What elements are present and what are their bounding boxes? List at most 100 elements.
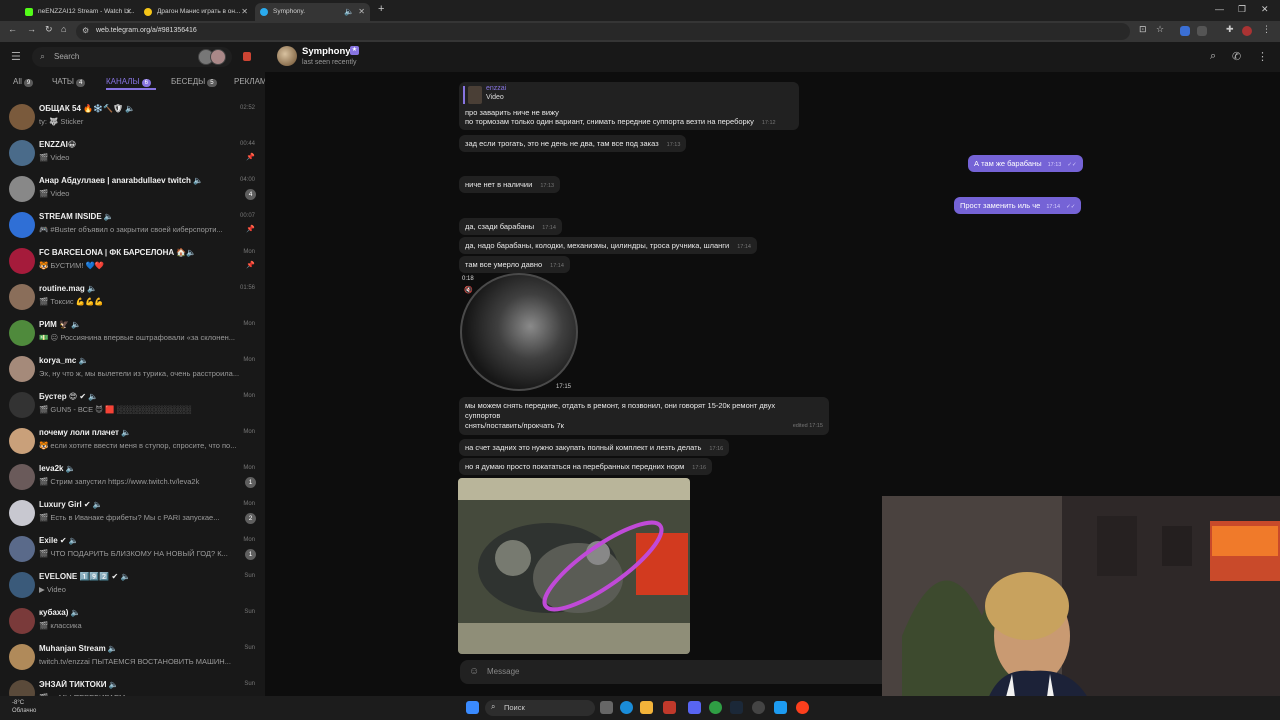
message-bubble[interactable]: но я думаю просто покататься на перебран… <box>459 458 713 475</box>
chat-list-item[interactable]: korya_mc 🔈 Эх, ну что ж, мы вылетели из т… <box>0 352 265 388</box>
chat-header[interactable]: Symphony. ★ last seen recently ⌕ ✆ ⋮ <box>265 42 1280 72</box>
chat-list-item[interactable]: ENZZAI😀 🎬 Video 00:44 📌 <box>0 136 265 172</box>
chat-list-item[interactable]: Luxury Girl ✔ 🔈 🎬 Есть в Иванаке фрибеты?… <box>0 496 265 532</box>
message-bubble[interactable]: там все умерло давно 17:14 <box>459 256 570 273</box>
bird-app-icon[interactable] <box>774 701 787 714</box>
message-bubble[interactable]: на счет задних это нужно закупать полный… <box>459 439 730 456</box>
discord-icon[interactable] <box>688 701 701 714</box>
chat-list-item[interactable]: ОБЩАК 54 🔥❄️🔨🛡 🔈 ty: 🐺 Sticker 02:52 <box>0 100 265 136</box>
emoji-icon[interactable]: ☺ <box>469 666 479 677</box>
message-bubble[interactable]: ниче нет в наличии 17:13 <box>459 176 561 193</box>
chat-time: Mon <box>243 321 255 327</box>
site-info-icon[interactable]: ⚙ <box>82 26 89 35</box>
shield-icon[interactable] <box>663 701 676 714</box>
translate-extension-icon[interactable] <box>1180 26 1190 36</box>
install-app-icon[interactable]: ⊡ <box>1139 24 1147 35</box>
reply-author: enzzai <box>486 85 507 92</box>
avatar <box>9 284 35 310</box>
home-icon[interactable]: ⌂ <box>61 24 66 34</box>
close-tab-icon[interactable]: ✕ <box>125 7 132 16</box>
chat-list-item[interactable]: STREAM INSIDE 🔈 🎮 #Buster объявил о закры… <box>0 208 265 244</box>
outgoing-message-bubble[interactable]: Прост заменить иль че 17:14 ✓✓ <box>954 197 1082 214</box>
windows-start-icon[interactable] <box>466 701 479 714</box>
chat-preview: ▶ Video <box>39 585 66 594</box>
steam-icon[interactable] <box>730 701 743 714</box>
search-icon[interactable]: ⌕ <box>1210 50 1216 63</box>
avatar <box>9 536 35 562</box>
chat-name: кубаха) 🔈 <box>39 608 81 617</box>
tab-channels[interactable]: КАНАЛЫ 6 <box>106 77 151 87</box>
chat-list-item[interactable]: ЭНЗАЙ ТИКТОКИ 🔈🎬 ... МЫ ПЕРЕБИРАЕМ ...Su… <box>0 676 265 696</box>
chat-time: Sun <box>244 573 255 579</box>
maximize-icon[interactable]: ❐ <box>1238 4 1246 15</box>
close-window-icon[interactable]: ✕ <box>1261 4 1269 15</box>
story-avatar[interactable] <box>210 49 226 65</box>
extension-icon[interactable] <box>1197 26 1207 36</box>
chat-name: leva2k 🔈 <box>39 464 76 473</box>
outgoing-message-bubble[interactable]: А там же барабаны 17:13 ✓✓ <box>968 155 1083 172</box>
chat-list-item[interactable]: Анар Абдуллаев | anarabdullaev twitch 🔈 🎬… <box>0 172 265 208</box>
message-bubble[interactable]: мы можем снять передние, отдать в ремонт… <box>459 397 829 435</box>
flag-icon[interactable] <box>243 52 251 61</box>
yandex-browser-icon[interactable] <box>796 701 809 714</box>
chat-list-item[interactable]: Бустер 😍 ✔ 🔈 🎬 GUN5 - ВСЕ 😈 🟥 ░░░░░░░░░░░… <box>0 388 265 424</box>
tab-groups[interactable]: БЕСЕДЫ 5 <box>171 77 217 87</box>
browser-tab-kick[interactable]: neENZZAI12 Stream - Watch Li... ✕ <box>20 3 137 21</box>
reload-icon[interactable]: ↻ <box>45 24 53 35</box>
avatar <box>9 140 35 166</box>
extensions-puzzle-icon[interactable]: ✚ <box>1226 24 1234 35</box>
menu-icon[interactable]: ☰ <box>11 50 21 63</box>
close-tab-icon[interactable]: ✕ <box>358 7 365 16</box>
photo-message[interactable] <box>458 478 690 654</box>
chat-list-item[interactable]: routine.mag 🔈 🎬 Токсис 💪💪💪 01:56 <box>0 280 265 316</box>
profile-avatar[interactable] <box>1242 26 1252 36</box>
browser-tab-dragon[interactable]: Драгон Манис играть в он... ✕ <box>139 3 253 21</box>
chat-time: 00:07 <box>239 213 255 219</box>
chat-list-item[interactable]: EVELONE 1️⃣9️⃣2️⃣ ✔ 🔈 ▶ Video Sun <box>0 568 265 604</box>
chat-name: FC BARCELONA | ФК БАРСЕЛОНА 🏠🔈 <box>39 248 197 257</box>
weather-widget[interactable]: -8°C Облачно <box>12 699 36 715</box>
back-icon[interactable]: ← <box>8 24 17 34</box>
minimize-icon[interactable]: — <box>1215 4 1224 14</box>
phone-icon[interactable]: ✆ <box>1232 50 1241 63</box>
chat-list-item[interactable]: Muhanjan Stream 🔈 twitch.tv/enzzai ПЫТАЕМ… <box>0 640 265 676</box>
task-view-icon[interactable] <box>600 701 613 714</box>
file-explorer-icon[interactable] <box>640 701 653 714</box>
avatar <box>9 428 35 454</box>
chat-list-item[interactable]: Exile ✔ 🔈 🎬 ЧТО ПОДАРИТЬ БЛИЗКОМУ НА НОВЫ… <box>0 532 265 568</box>
chat-list-item[interactable]: кубаха) 🔈 🎬 классика Sun <box>0 604 265 640</box>
message-bubble[interactable]: про заварить ниче не вижу по тормозам то… <box>459 104 799 130</box>
message-bubble[interactable]: да, сзади барабаны 17:14 <box>459 218 562 235</box>
tab-chats[interactable]: ЧАТЫ 4 <box>52 77 86 87</box>
chat-preview: 🎬 GUN5 - ВСЕ 😈 🟥 ░░░░░░░░░░░░░░ <box>39 405 191 414</box>
tab-all[interactable]: All 9 <box>13 77 34 87</box>
chrome-icon[interactable] <box>709 701 722 714</box>
chat-preview: twitch.tv/enzzai ПЫТАЕМСЯ ВОСТАНОВИТЬ МА… <box>39 657 231 666</box>
chat-list-item[interactable]: FC BARCELONA | ФК БАРСЕЛОНА 🏠🔈 🐯 БУСТИМ! … <box>0 244 265 280</box>
browser-menu-icon[interactable]: ⋮ <box>1262 24 1271 35</box>
avatar[interactable] <box>277 46 297 66</box>
close-tab-icon[interactable]: ✕ <box>241 7 248 16</box>
chat-list-item[interactable]: РИМ 🦅 🔈 💵 😐 Россиянина впервые оштрафовал… <box>0 316 265 352</box>
more-icon[interactable]: ⋮ <box>1257 50 1268 63</box>
message-input[interactable]: ☺ Message <box>460 660 890 684</box>
tab-ads[interactable]: РЕКЛАМ <box>234 77 267 86</box>
mute-tab-icon[interactable]: 🔈 <box>344 7 354 16</box>
browser-tab-telegram[interactable]: Symphony. 🔈 ✕ <box>255 3 370 21</box>
search-input[interactable]: ⌕ Search <box>32 47 232 67</box>
taskbar-search[interactable]: ⌕ Поиск <box>485 700 595 716</box>
video-message[interactable] <box>460 273 578 391</box>
settings-gear-icon[interactable] <box>752 701 765 714</box>
chat-list-item[interactable]: почему лоли плачет 🔈 🐯 если хотите ввести… <box>0 424 265 460</box>
chat-list: ОБЩАК 54 🔥❄️🔨🛡 🔈 ty: 🐺 Sticker 02:52 ENZZAI… <box>0 100 265 696</box>
chat-time: Sun <box>244 681 255 687</box>
message-bubble[interactable]: зад если трогать, это не день не два, та… <box>459 135 687 152</box>
address-bar[interactable]: ⚙ web.telegram.org/a/#981356416 <box>76 23 1130 40</box>
bookmark-star-icon[interactable]: ☆ <box>1156 24 1164 35</box>
chat-list-item[interactable]: leva2k 🔈 🎬 Стрим запустил https://www.twi… <box>0 460 265 496</box>
message-bubble[interactable]: да, надо барабаны, колодки, механизмы, ц… <box>459 237 757 254</box>
forward-icon[interactable]: → <box>27 24 36 34</box>
new-tab-button[interactable]: + <box>378 3 384 15</box>
url-text: web.telegram.org/a/#981356416 <box>96 27 197 34</box>
edge-icon[interactable] <box>620 701 633 714</box>
